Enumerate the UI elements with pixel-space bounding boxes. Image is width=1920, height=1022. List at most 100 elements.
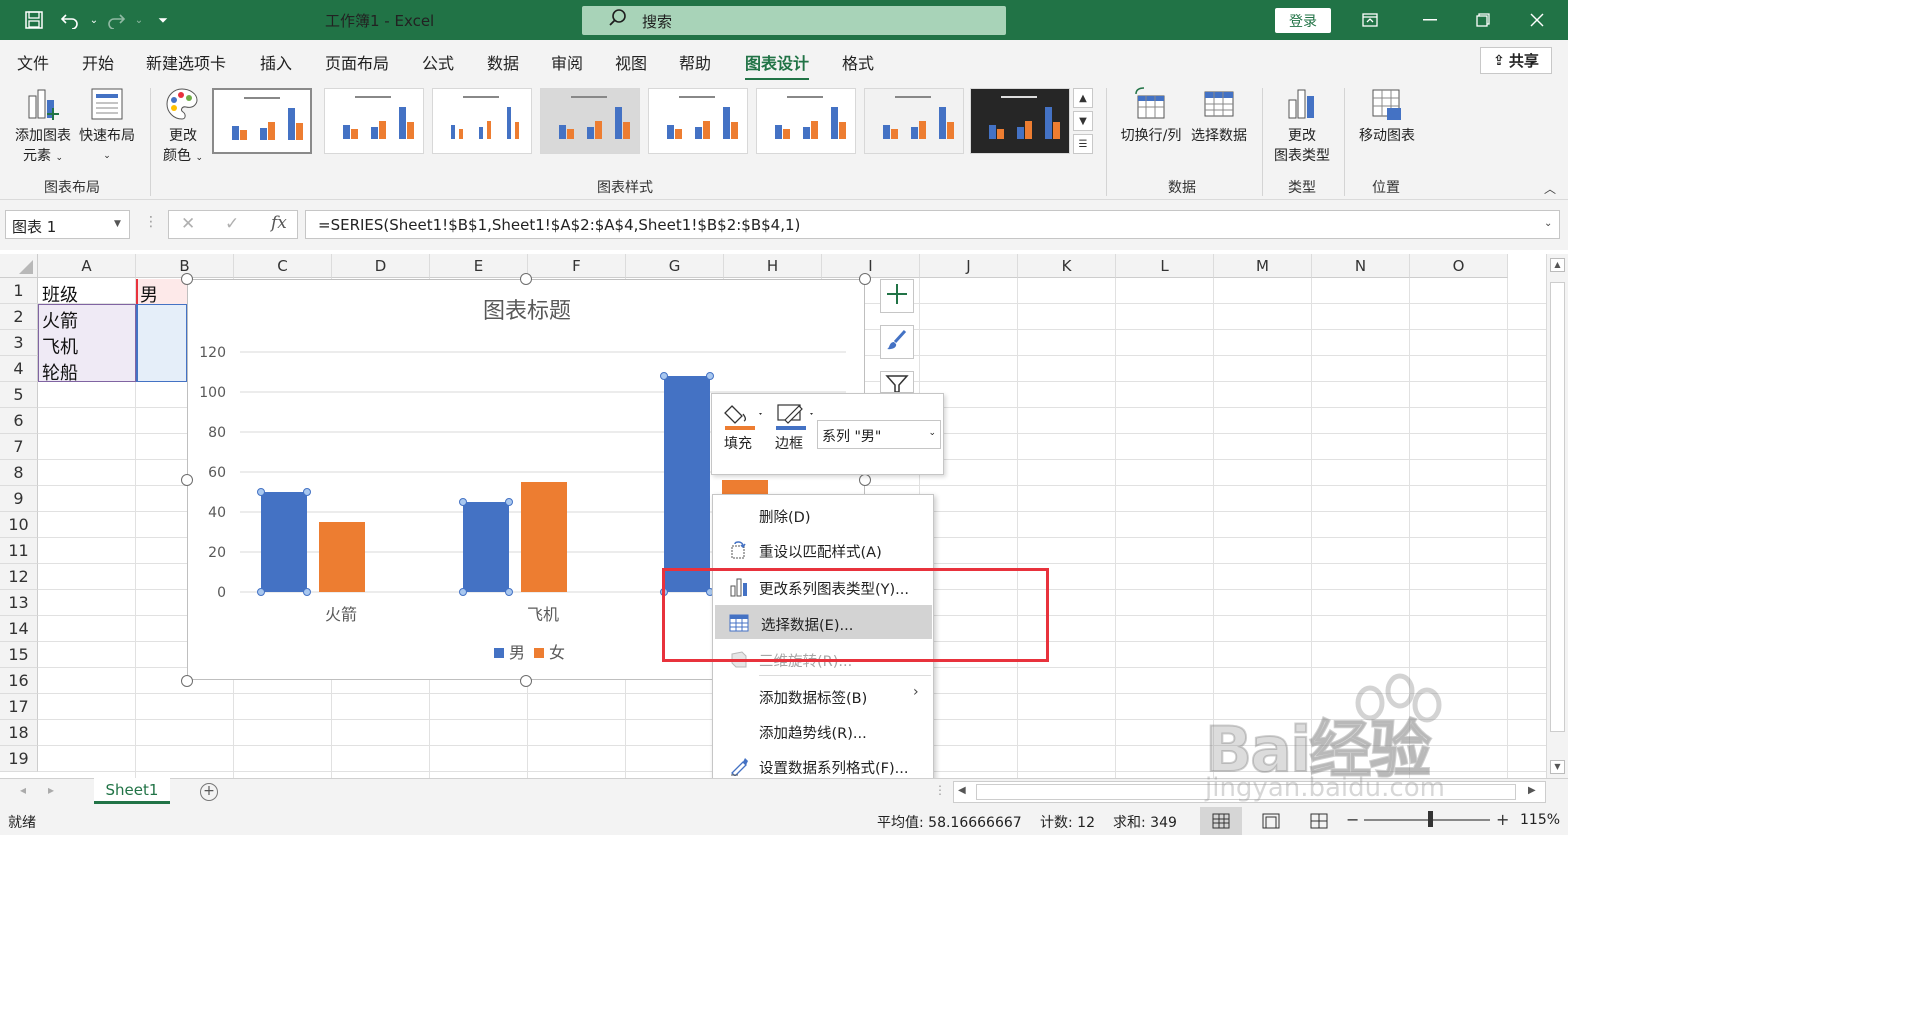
cell-A3[interactable]: 飞机: [42, 333, 78, 359]
column-header-J[interactable]: J: [920, 254, 1018, 278]
switch-row-column-button[interactable]: 切换行/列: [1116, 86, 1186, 156]
chart-style-thumbnail[interactable]: [540, 88, 640, 154]
column-header-I[interactable]: I: [822, 254, 920, 278]
add-sheet-icon[interactable]: +: [200, 783, 218, 801]
tab-review[interactable]: 审阅: [551, 50, 583, 74]
column-header-M[interactable]: M: [1214, 254, 1312, 278]
quick-layout-button[interactable]: 快速布局 ⌄: [76, 86, 138, 174]
cell-B1[interactable]: 男: [140, 281, 158, 307]
search-input[interactable]: 搜索: [582, 6, 1006, 35]
tab-new-tab[interactable]: 新建选项卡: [146, 50, 226, 74]
row-header-2[interactable]: 2: [0, 304, 38, 330]
series-select-dropdown[interactable]: 系列 "男" ⌄: [817, 420, 941, 449]
tab-split-grip-icon[interactable]: ⋮: [934, 783, 946, 797]
row-header-6[interactable]: 6: [0, 408, 38, 434]
column-header-L[interactable]: L: [1116, 254, 1214, 278]
select-all-corner[interactable]: [0, 254, 38, 278]
row-header-7[interactable]: 7: [0, 434, 38, 460]
zoom-in-icon[interactable]: +: [1496, 810, 1509, 829]
name-box-dropdown-icon[interactable]: ▼: [114, 219, 121, 229]
column-header-G[interactable]: G: [626, 254, 724, 278]
chart-elements-button[interactable]: [880, 279, 914, 313]
fill-button[interactable]: 填充: [724, 402, 768, 466]
chart-style-thumbnail[interactable]: [212, 88, 312, 154]
customize-toolbar-icon[interactable]: ⏷: [151, 8, 175, 32]
resize-handle[interactable]: [181, 675, 193, 687]
row-header-13[interactable]: 13: [0, 590, 38, 616]
move-chart-button[interactable]: 移动图表: [1354, 86, 1420, 156]
vertical-scrollbar[interactable]: ▲ ▼: [1546, 254, 1568, 778]
column-header-N[interactable]: N: [1312, 254, 1410, 278]
close-icon[interactable]: [1517, 8, 1557, 32]
tab-formulas[interactable]: 公式: [422, 50, 454, 74]
tab-file[interactable]: 文件: [17, 50, 49, 74]
scroll-thumb[interactable]: [1550, 282, 1565, 732]
resize-handle[interactable]: [859, 273, 871, 285]
tab-help[interactable]: 帮助: [679, 50, 711, 74]
expand-formula-bar-icon[interactable]: ⌄: [1544, 218, 1552, 229]
chart-style-thumbnail[interactable]: [756, 88, 856, 154]
tab-insert[interactable]: 插入: [260, 50, 292, 74]
scroll-down-icon[interactable]: ▼: [1550, 760, 1565, 774]
menu-item-format-data-series[interactable]: 设置数据系列格式(F)...: [713, 748, 933, 782]
cell-A2[interactable]: 火箭: [42, 307, 78, 333]
next-sheet-icon[interactable]: ▸: [48, 783, 54, 797]
name-box[interactable]: 图表 1: [5, 210, 130, 239]
row-header-11[interactable]: 11: [0, 538, 38, 564]
resize-handle[interactable]: [859, 474, 871, 486]
row-header-19[interactable]: 19: [0, 746, 38, 772]
cell-A4[interactable]: 轮船: [42, 359, 78, 385]
restore-icon[interactable]: [1463, 8, 1503, 32]
gallery-down-icon[interactable]: ▼: [1073, 111, 1093, 131]
menu-item-delete[interactable]: 删除(D): [713, 497, 933, 531]
chart-style-thumbnail[interactable]: [432, 88, 532, 154]
column-header-F[interactable]: F: [528, 254, 626, 278]
resize-handle[interactable]: [181, 273, 193, 285]
menu-item-add-data-labels[interactable]: 添加数据标签(B) ›: [713, 678, 933, 712]
chart-styles-button[interactable]: [880, 325, 914, 359]
prev-sheet-icon[interactable]: ◂: [20, 783, 26, 797]
change-colors-button[interactable]: 更改 颜色 ⌄: [158, 86, 208, 174]
row-header-1[interactable]: 1: [0, 278, 38, 304]
share-button[interactable]: ⇪ 共享: [1480, 47, 1552, 74]
undo-icon[interactable]: [58, 8, 82, 32]
row-header-8[interactable]: 8: [0, 460, 38, 486]
row-header-17[interactable]: 17: [0, 694, 38, 720]
column-header-C[interactable]: C: [234, 254, 332, 278]
tab-view[interactable]: 视图: [615, 50, 647, 74]
scroll-left-icon[interactable]: ◀: [958, 785, 966, 796]
cancel-icon[interactable]: ✕: [181, 214, 195, 234]
ribbon-display-options-icon[interactable]: [1350, 8, 1390, 32]
scroll-up-icon[interactable]: ▲: [1550, 258, 1565, 272]
row-header-3[interactable]: 3: [0, 330, 38, 356]
chart-style-thumbnail[interactable]: [648, 88, 748, 154]
row-header-12[interactable]: 12: [0, 564, 38, 590]
column-header-O[interactable]: O: [1410, 254, 1508, 278]
column-header-E[interactable]: E: [430, 254, 528, 278]
row-header-14[interactable]: 14: [0, 616, 38, 642]
row-header-18[interactable]: 18: [0, 720, 38, 746]
add-chart-element-button[interactable]: 添加图表 元素 ⌄: [12, 86, 74, 174]
chart-style-thumbnail[interactable]: [324, 88, 424, 154]
column-header-A[interactable]: A: [38, 254, 136, 278]
menu-item-reset-style[interactable]: 重设以匹配样式(A): [713, 532, 933, 566]
login-button[interactable]: 登录: [1275, 8, 1331, 33]
insert-function-icon[interactable]: fx: [271, 213, 287, 233]
row-header-16[interactable]: 16: [0, 668, 38, 694]
change-chart-type-button[interactable]: 更改 图表类型: [1270, 86, 1334, 174]
resize-handle[interactable]: [520, 273, 532, 285]
gallery-up-icon[interactable]: ▲: [1073, 88, 1093, 108]
enter-icon[interactable]: ✓: [225, 214, 239, 234]
row-header-4[interactable]: 4: [0, 356, 38, 382]
tab-home[interactable]: 开始: [82, 50, 114, 74]
outline-button[interactable]: 边框: [775, 402, 819, 466]
column-header-K[interactable]: K: [1018, 254, 1116, 278]
undo-dropdown-icon[interactable]: ⌄: [82, 8, 106, 32]
minimize-icon[interactable]: [1410, 8, 1450, 32]
chart-filters-button[interactable]: [880, 371, 914, 393]
row-header-10[interactable]: 10: [0, 512, 38, 538]
tab-chart-design[interactable]: 图表设计: [745, 50, 810, 81]
row-header-9[interactable]: 9: [0, 486, 38, 512]
select-data-ribbon-button[interactable]: 选择数据: [1188, 86, 1250, 156]
column-header-D[interactable]: D: [332, 254, 430, 278]
